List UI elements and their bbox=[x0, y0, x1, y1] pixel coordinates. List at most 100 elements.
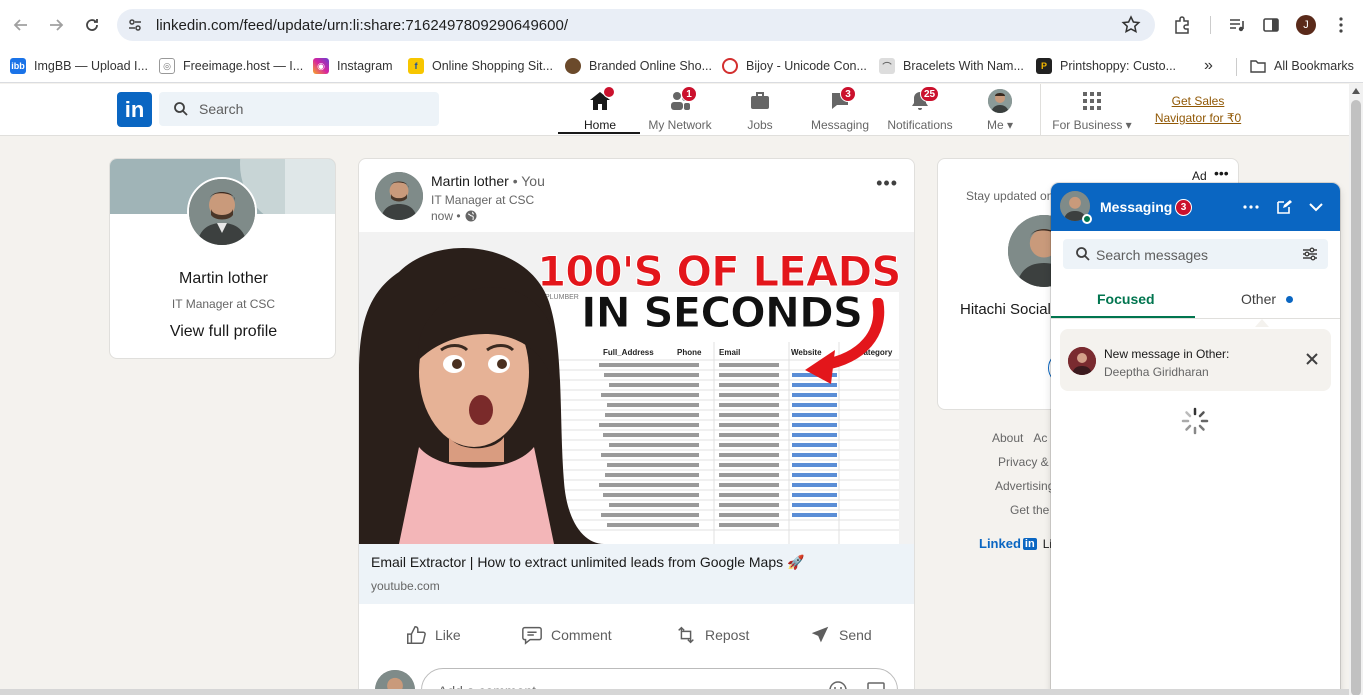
back-button[interactable] bbox=[9, 13, 33, 37]
address-bar[interactable]: linkedin.com/feed/update/urn:li:share:71… bbox=[117, 9, 1155, 41]
bijoy-icon bbox=[722, 58, 738, 74]
repost-button[interactable]: Repost bbox=[675, 620, 749, 650]
nav-notifications[interactable]: 25 Notifications bbox=[884, 86, 956, 132]
link-title[interactable]: Email Extractor | How to extract unlimit… bbox=[371, 554, 804, 571]
close-icon[interactable] bbox=[1304, 351, 1320, 367]
footer-get-app[interactable]: Get the bbox=[1010, 503, 1049, 517]
profile-card: Martin lother IT Manager at CSC View ful… bbox=[109, 158, 336, 359]
messaging-title: Messaging bbox=[1100, 199, 1173, 215]
bookmark-item[interactable]: ◎ Freeimage.host — I... bbox=[159, 56, 303, 76]
nav-label: Messaging bbox=[810, 118, 870, 132]
forward-button[interactable] bbox=[44, 13, 68, 37]
compose-message-button[interactable] bbox=[1274, 197, 1294, 217]
messaging-badge: 3 bbox=[840, 86, 856, 102]
bookmark-label: Bracelets With Nam... bbox=[903, 59, 1024, 73]
freeimage-icon: ◎ bbox=[159, 58, 175, 74]
all-bookmarks-label: All Bookmarks bbox=[1274, 59, 1354, 73]
global-search[interactable]: Search bbox=[159, 92, 439, 126]
video-thumbnail[interactable]: PLUMBER Full_Address Phone Email Website… bbox=[359, 232, 914, 544]
minimize-messaging-button[interactable] bbox=[1306, 197, 1326, 217]
woman-photo-icon bbox=[359, 248, 604, 544]
scrollbar-thumb[interactable] bbox=[1351, 100, 1361, 695]
person-photo-icon bbox=[375, 172, 423, 220]
page-scrollbar[interactable] bbox=[1349, 84, 1363, 695]
post-time: now • bbox=[431, 209, 477, 223]
reload-button[interactable] bbox=[80, 13, 104, 37]
toolbar-separator bbox=[1210, 16, 1211, 34]
nav-label: My Network bbox=[648, 118, 712, 132]
bookmark-item[interactable]: ◉ Instagram bbox=[313, 56, 393, 76]
nav-me[interactable]: Me ▾ bbox=[980, 88, 1020, 132]
playlist-icon bbox=[1230, 19, 1244, 32]
view-profile-link[interactable]: View full profile bbox=[110, 323, 335, 341]
bookmark-item[interactable]: Bijoy - Unicode Con... bbox=[722, 56, 867, 76]
linkedin-logo[interactable]: in bbox=[117, 92, 152, 127]
nav-label: Me bbox=[986, 118, 1004, 132]
network-badge: 1 bbox=[681, 86, 697, 102]
footer-about[interactable]: About Ac bbox=[992, 431, 1047, 445]
messaging-more-button[interactable] bbox=[1241, 197, 1261, 217]
like-button[interactable]: Like bbox=[405, 620, 461, 650]
search-placeholder: Search bbox=[199, 101, 244, 117]
messaging-panel: Messaging 3 Search messages Focused Othe… bbox=[1051, 183, 1340, 695]
footer-privacy-label: Privacy & bbox=[998, 455, 1049, 469]
ad-more-button[interactable]: ••• bbox=[1214, 165, 1229, 181]
link-preview[interactable]: Email Extractor | How to extract unlimit… bbox=[359, 544, 914, 604]
comment-icon bbox=[522, 626, 542, 645]
horizontal-scrollbar[interactable] bbox=[0, 689, 1349, 695]
message-search[interactable]: Search messages bbox=[1063, 239, 1328, 269]
nav-for-business[interactable]: For Business ▾ bbox=[1050, 88, 1134, 132]
post-author[interactable]: Martin lother • You bbox=[431, 173, 545, 189]
author-avatar[interactable] bbox=[375, 172, 423, 220]
nav-messaging[interactable]: 3 Messaging bbox=[808, 86, 872, 132]
filter-icon[interactable] bbox=[1302, 246, 1318, 262]
notice-title: New message in Other: bbox=[1104, 347, 1230, 361]
other-message-notice[interactable]: New message in Other: Deeptha Giridharan bbox=[1060, 329, 1331, 391]
profile-name[interactable]: Martin lother bbox=[110, 270, 335, 288]
profile-headline: IT Manager at CSC bbox=[171, 297, 276, 311]
nav-jobs[interactable]: Jobs bbox=[740, 88, 780, 132]
footer-advertising[interactable]: Advertising bbox=[995, 479, 1054, 493]
tab-other[interactable]: Other bbox=[1241, 291, 1276, 307]
comment-label: Comment bbox=[551, 627, 612, 643]
sales-navigator-link[interactable]: Get Sales Navigator for ₹0 bbox=[1153, 93, 1243, 127]
side-panel-button[interactable] bbox=[1259, 13, 1283, 37]
printshoppy-icon: P bbox=[1036, 58, 1052, 74]
bookmarks-overflow[interactable]: » bbox=[1204, 56, 1213, 76]
all-bookmarks[interactable]: All Bookmarks bbox=[1250, 56, 1354, 76]
comment-button[interactable]: Comment bbox=[521, 620, 612, 650]
bookmark-star-icon[interactable] bbox=[1121, 15, 1141, 35]
profile-avatar[interactable]: J bbox=[1296, 15, 1316, 35]
author-headline: IT Manager at CSC bbox=[431, 193, 535, 207]
home-dot-badge bbox=[603, 86, 615, 98]
send-button[interactable]: Send bbox=[809, 620, 872, 650]
kebab-menu-icon bbox=[1339, 17, 1343, 33]
scroll-up-arrow-icon[interactable] bbox=[1352, 88, 1360, 94]
bookmark-item[interactable]: P Printshoppy: Custo... bbox=[1036, 56, 1176, 76]
bookmark-item[interactable]: ⌒ Bracelets With Nam... bbox=[879, 56, 1024, 76]
bookmark-item[interactable]: Branded Online Sho... bbox=[565, 56, 712, 76]
bookmark-item[interactable]: ibb ImgBB — Upload I... bbox=[10, 56, 148, 76]
tab-focused[interactable]: Focused bbox=[1097, 291, 1155, 307]
site-settings-icon bbox=[129, 19, 141, 31]
ad-company[interactable]: Hitachi Social bbox=[960, 301, 1051, 318]
grid-icon bbox=[1083, 92, 1101, 110]
post-more-button[interactable]: ••• bbox=[876, 173, 898, 194]
me-avatar bbox=[988, 89, 1012, 113]
media-controls-button[interactable] bbox=[1225, 13, 1249, 37]
messaging-header[interactable]: Messaging 3 bbox=[1051, 183, 1340, 231]
chrome-menu-button[interactable] bbox=[1329, 13, 1353, 37]
active-tab-underline bbox=[558, 132, 640, 134]
ad-stay-text: Stay updated on bbox=[966, 189, 1054, 203]
bookmark-label: Freeimage.host — I... bbox=[183, 59, 304, 73]
nav-my-network[interactable]: 1 My Network bbox=[645, 86, 715, 132]
profile-photo[interactable] bbox=[187, 177, 257, 247]
messaging-tabs: Focused Other bbox=[1051, 279, 1340, 319]
nav-label: Notifications bbox=[887, 118, 953, 132]
bookmark-label: Instagram bbox=[337, 59, 393, 73]
bookmark-item[interactable]: f Online Shopping Sit... bbox=[408, 56, 553, 76]
tab-pointer-icon bbox=[1255, 319, 1269, 327]
nav-home[interactable]: Home bbox=[568, 86, 632, 132]
red-arrow-icon bbox=[805, 298, 885, 384]
extensions-button[interactable] bbox=[1170, 13, 1194, 37]
